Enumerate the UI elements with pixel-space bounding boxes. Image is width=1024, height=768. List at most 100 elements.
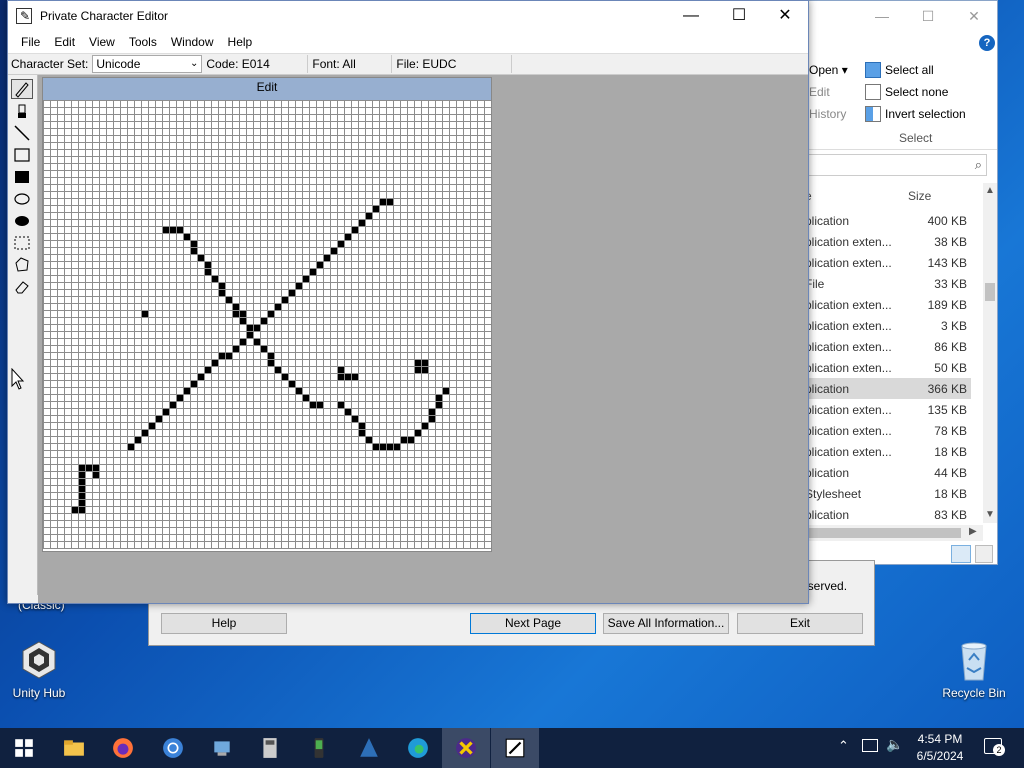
filled-pixel[interactable] [344,408,351,415]
menu-view[interactable]: View [82,35,122,49]
filled-pixel[interactable] [78,506,85,513]
filled-pixel[interactable] [78,464,85,471]
clock[interactable]: 4:54 PM 6/5/2024 [910,731,970,765]
pencil-tool-icon[interactable] [11,79,33,99]
filled-pixel[interactable] [267,310,274,317]
filled-pixel[interactable] [260,317,267,324]
control-panel-icon[interactable] [198,728,246,768]
filled-pixel[interactable] [358,429,365,436]
scroll-thumb[interactable] [985,283,995,301]
invert-selection-button[interactable]: Invert selection [865,106,966,122]
filled-pixel[interactable] [204,366,211,373]
filled-pixel[interactable] [169,401,176,408]
filled-pixel[interactable] [393,443,400,450]
filled-pixel[interactable] [288,380,295,387]
filled-pixel[interactable] [239,317,246,324]
menu-help[interactable]: Help [221,35,260,49]
file-explorer-icon[interactable] [50,728,98,768]
filled-pixel[interactable] [358,422,365,429]
file-row[interactable]: plication 44 KB [801,462,971,483]
file-row[interactable]: plication exten... 18 KB [801,441,971,462]
desktop-icon-recycle-bin[interactable]: Recycle Bin [936,638,1012,700]
filled-pixel[interactable] [78,499,85,506]
search-box[interactable]: ⌕ [801,154,987,176]
file-row[interactable]: plication exten... 38 KB [801,231,971,252]
file-row[interactable]: plication exten... 86 KB [801,336,971,357]
filled-pixel[interactable] [288,289,295,296]
filled-pixel[interactable] [372,205,379,212]
history-button[interactable]: History [809,107,846,121]
details-view-icon[interactable] [951,545,971,563]
minimize-icon[interactable]: — [859,8,905,24]
filled-pixel[interactable] [155,415,162,422]
column-header-size[interactable]: Size [908,189,931,203]
next-page-button[interactable]: Next Page [470,613,596,634]
volume-muted-icon[interactable]: 🔈 [886,736,903,753]
filled-pixel[interactable] [225,296,232,303]
scroll-up-icon[interactable]: ▲ [985,185,995,196]
filled-pixel[interactable] [225,352,232,359]
filled-ellipse-tool-icon[interactable] [11,211,33,231]
notification-center-icon[interactable]: 2 [984,738,1005,756]
eraser-tool-icon[interactable] [11,277,33,297]
filled-pixel[interactable] [414,366,421,373]
close-icon[interactable]: ✕ [951,8,997,25]
filled-pixel[interactable] [176,226,183,233]
select-all-button[interactable]: Select all [865,62,934,78]
menu-file[interactable]: File [14,35,47,49]
filled-pixel[interactable] [92,464,99,471]
filled-pixel[interactable] [71,506,78,513]
filled-pixel[interactable] [232,345,239,352]
calculator-icon[interactable] [246,728,294,768]
save-all-information-button[interactable]: Save All Information... [603,613,729,634]
filled-pixel[interactable] [428,415,435,422]
file-row[interactable]: File 33 KB [801,273,971,294]
chrome-icon[interactable] [149,728,197,768]
filled-pixel[interactable] [239,338,246,345]
scroll-thumb[interactable] [801,528,961,538]
freeform-selection-icon[interactable] [11,255,33,275]
filled-pixel[interactable] [323,254,330,261]
scroll-right-icon[interactable]: ▶ [969,526,977,537]
large-icons-view-icon[interactable] [975,545,993,563]
file-row[interactable]: plication exten... 3 KB [801,315,971,336]
open-button[interactable]: Open ▾ [809,63,848,77]
filled-pixel[interactable] [344,233,351,240]
edit-button[interactable]: Edit [809,85,830,99]
filled-pixel[interactable] [78,492,85,499]
exit-button[interactable]: Exit [737,613,863,634]
file-row[interactable]: plication 366 KB [801,378,971,399]
filled-pixel[interactable] [386,198,393,205]
filled-pixel[interactable] [351,415,358,422]
filled-pixel[interactable] [421,422,428,429]
filled-pixel[interactable] [183,233,190,240]
rectangular-selection-icon[interactable] [11,233,33,253]
filled-pixel[interactable] [169,226,176,233]
filled-pixel[interactable] [183,387,190,394]
show-hidden-icons[interactable]: ⌃ [838,738,849,754]
filled-pixel[interactable] [274,366,281,373]
close-icon[interactable]: ✕ [762,1,808,31]
filled-pixel[interactable] [407,436,414,443]
filled-pixel[interactable] [302,394,309,401]
maximize-icon[interactable]: ☐ [905,8,951,25]
desktop-icon-unity-hub[interactable]: Unity Hub [1,638,77,700]
filled-pixel[interactable] [435,401,442,408]
filled-pixel[interactable] [218,282,225,289]
file-row[interactable]: plication 400 KB [801,210,971,231]
network-tool-icon[interactable] [345,728,393,768]
filled-pixel[interactable] [246,324,253,331]
filled-pixel[interactable] [274,303,281,310]
filled-pixel[interactable] [246,331,253,338]
horizontal-scrollbar[interactable]: ▶ [801,525,983,541]
phone-app-icon[interactable] [295,728,343,768]
filled-pixel[interactable] [281,296,288,303]
filled-pixel[interactable] [197,373,204,380]
filled-pixel[interactable] [218,289,225,296]
menu-tools[interactable]: Tools [122,35,164,49]
filled-rectangle-tool-icon[interactable] [11,167,33,187]
x-app-icon[interactable] [442,728,490,768]
brush-tool-icon[interactable] [11,101,33,121]
filled-pixel[interactable] [211,359,218,366]
filled-pixel[interactable] [365,436,372,443]
